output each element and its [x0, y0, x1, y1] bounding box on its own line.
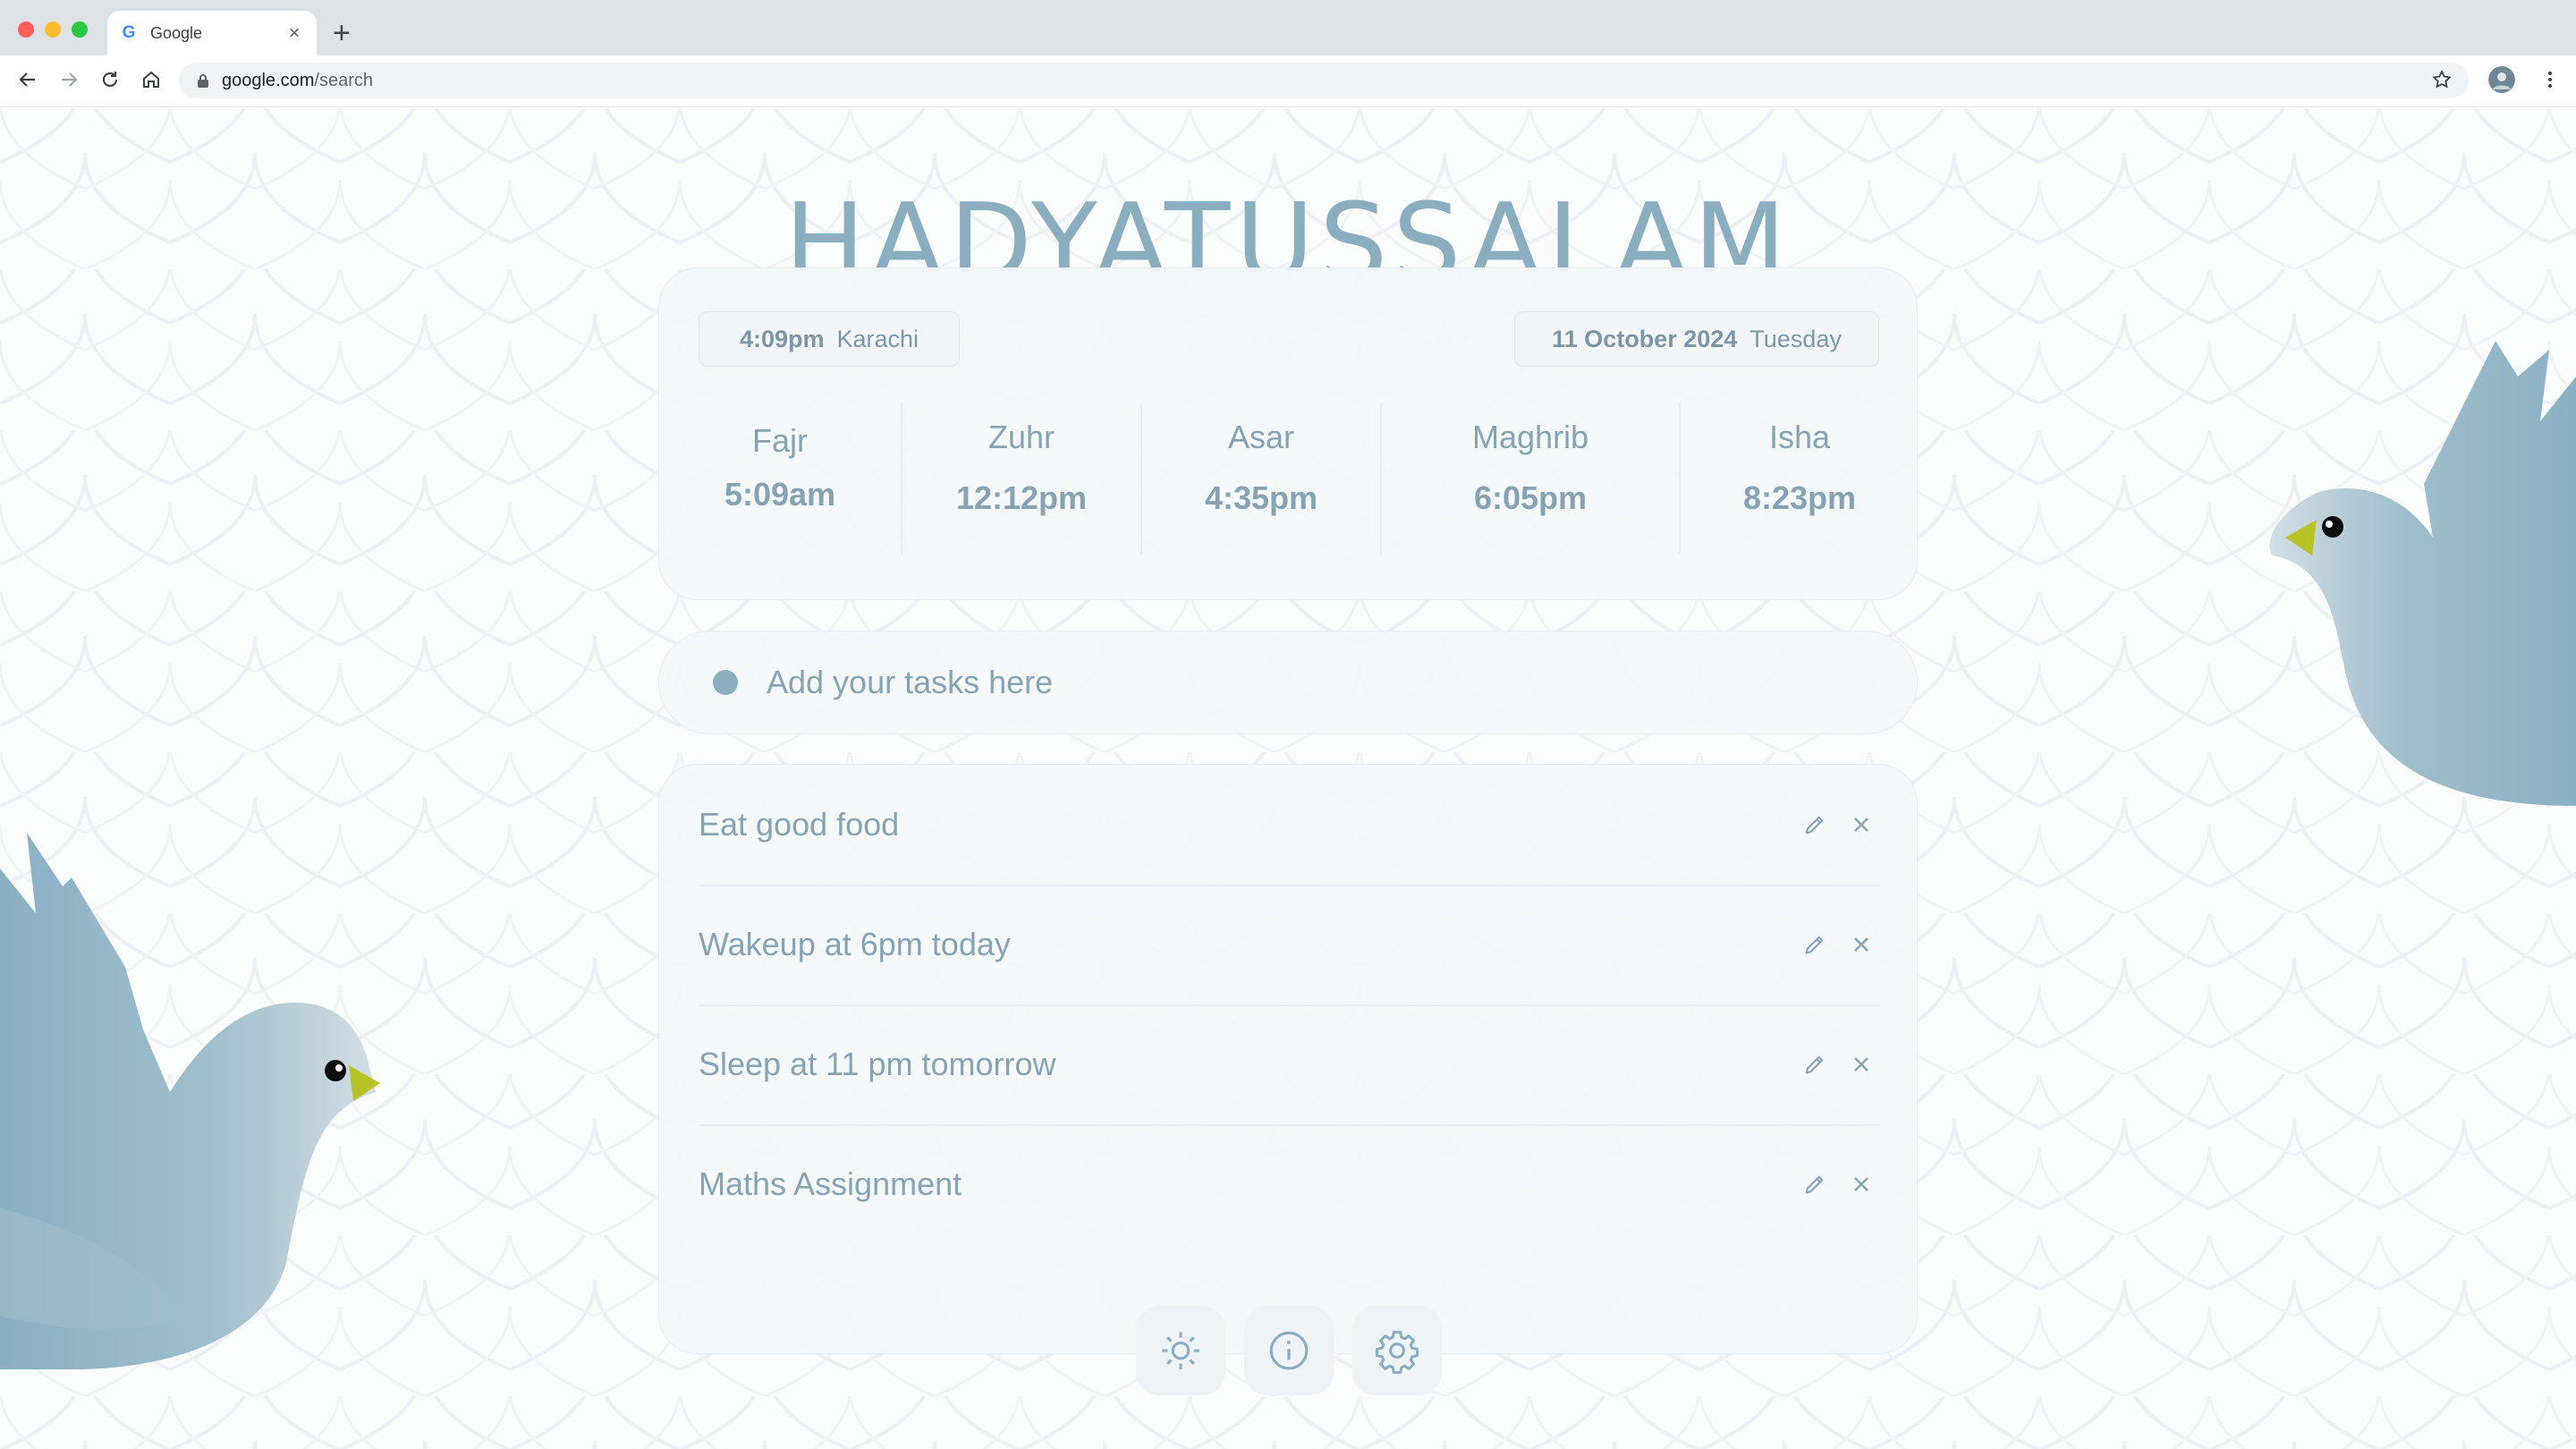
new-tab-button[interactable]: + [333, 18, 351, 48]
browser-tab[interactable]: G Google × [107, 11, 317, 55]
task-text: Maths Assignment [699, 1165, 962, 1202]
new-tab-page: HADYATUSSALAM 4:09pm Karachi 11 October … [0, 108, 2576, 1449]
prayer-times-card: 4:09pm Karachi 11 October 2024 Tuesday F… [658, 267, 1918, 600]
prayer-name: Maghrib [1471, 419, 1589, 455]
prayer-name: Asar [1227, 419, 1295, 455]
back-icon[interactable] [14, 66, 41, 93]
tab-title: Google [150, 23, 203, 42]
bookmark-star-icon[interactable] [2428, 66, 2455, 93]
browser-menu-icon[interactable] [2537, 66, 2563, 93]
dove-right-illustration [2269, 341, 2576, 806]
add-task-input[interactable] [767, 664, 1840, 701]
gear-icon [1375, 1330, 1419, 1374]
task-input-card [658, 631, 1918, 734]
prayer-name: Zuhr [987, 419, 1055, 455]
google-favicon-icon: G [122, 23, 136, 42]
task-item: Eat good food [699, 765, 1879, 885]
prayer-isha: Isha 8:23pm [1681, 402, 1919, 555]
prayer-time: 6:05pm [1473, 479, 1588, 516]
task-list-card: Eat good food Wakeup at 6pm today Sleep … [658, 764, 1918, 1354]
task-item: Sleep at 11 pm tomorrow [699, 1004, 1879, 1124]
prayer-time: 4:35pm [1204, 479, 1318, 516]
prayer-name: Isha [1768, 419, 1831, 455]
pencil-icon[interactable] [1797, 1046, 1833, 1082]
info-button[interactable] [1244, 1306, 1334, 1395]
settings-button[interactable] [1352, 1306, 1442, 1395]
prayer-time: 8:23pm [1742, 479, 1857, 516]
local-time-badge: 4:09pm Karachi [699, 311, 960, 367]
task-item: Maths Assignment [699, 1124, 1879, 1244]
pencil-icon[interactable] [1797, 807, 1833, 843]
close-icon[interactable] [1843, 927, 1879, 962]
url-text: google.com/search [222, 71, 373, 91]
info-icon [1269, 1331, 1309, 1370]
window-close-button[interactable] [18, 21, 34, 38]
reload-icon[interactable] [97, 66, 123, 93]
address-bar[interactable]: google.com/search [179, 63, 2469, 98]
task-text: Wakeup at 6pm today [699, 926, 1011, 962]
prayer-times-row: Fajr 5:09am Zuhr 12:12pm Asar 4:35pm Mag… [659, 402, 1919, 555]
current-weekday: Tuesday [1750, 325, 1842, 352]
home-icon[interactable] [138, 66, 165, 93]
task-text: Eat good food [699, 806, 900, 843]
prayer-fajr: Fajr 5:09am [659, 402, 901, 555]
prayer-maghrib: Maghrib 6:05pm [1382, 402, 1679, 555]
prayer-time: 12:12pm [955, 479, 1088, 516]
window-maximize-button[interactable] [72, 21, 88, 38]
prayer-time: 5:09am [724, 476, 836, 513]
close-icon[interactable] [1843, 1166, 1879, 1202]
current-date: 11 October 2024 [1552, 325, 1738, 352]
theme-toggle-button[interactable] [1136, 1306, 1225, 1395]
bullet-dot-icon [713, 670, 738, 695]
prayer-asar: Asar 4:35pm [1142, 402, 1380, 555]
pencil-icon[interactable] [1797, 927, 1833, 962]
pencil-icon[interactable] [1797, 1166, 1833, 1202]
current-time: 4:09pm [739, 325, 825, 352]
browser-tab-strip: G Google × + [0, 0, 2576, 55]
date-badge: 11 October 2024 Tuesday [1514, 311, 1879, 367]
dove-left-illustration [0, 833, 380, 1369]
lock-icon [198, 74, 208, 88]
sun-icon [1162, 1332, 1199, 1369]
close-icon[interactable] [1843, 807, 1879, 843]
close-icon[interactable] [1843, 1046, 1879, 1082]
prayer-name: Fajr [752, 422, 808, 459]
task-text: Sleep at 11 pm tomorrow [699, 1046, 1056, 1082]
window-minimize-button[interactable] [45, 21, 61, 38]
url-path: /search [314, 70, 373, 90]
prayer-zuhr: Zuhr 12:12pm [902, 402, 1140, 555]
forward-icon[interactable] [55, 66, 82, 93]
task-item: Wakeup at 6pm today [699, 885, 1879, 1004]
profile-avatar[interactable] [2488, 66, 2515, 93]
app-title: HADYATUSSALAM [784, 182, 1792, 271]
current-city: Karachi [836, 325, 919, 352]
tab-close-icon[interactable]: × [284, 21, 304, 45]
url-host: google.com [222, 70, 315, 90]
